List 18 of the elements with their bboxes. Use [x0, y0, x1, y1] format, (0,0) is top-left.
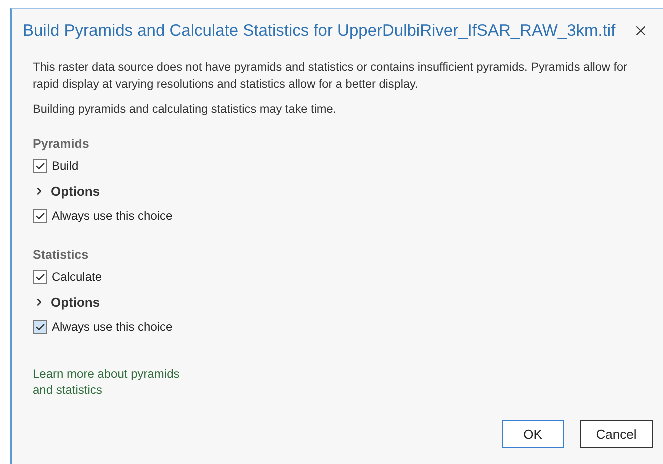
description-text: Building pyramids and calculating statistics may take time. [33, 101, 338, 118]
options-expander[interactable]: Options [33, 288, 100, 316]
checkbox[interactable]: Build [33, 155, 79, 177]
window-title: Build Pyramids and Calculate Statistics for UpperDulbiRiver_IfSAR_RAW_3km.tif [23, 22, 616, 40]
check-icon [34, 210, 46, 222]
checkbox[interactable]: Calculate [33, 266, 102, 288]
cancel-button[interactable]: Cancel [580, 420, 653, 448]
checkbox[interactable]: Always use this choice [33, 205, 173, 227]
check-icon [34, 272, 46, 282]
learn-more-link[interactable]: Learn more about pyramids and statistics [33, 366, 203, 398]
section-title: Pyramids [33, 137, 90, 153]
checkbox[interactable]: Always use this choice [33, 316, 173, 338]
section-title: Statistics [33, 248, 90, 264]
options-expander[interactable]: Options [33, 177, 100, 205]
check-icon [34, 160, 46, 172]
description-text: This raster data source does not have pyramids and statistics or contains insufficient pyramids. Pyramids allow for rapid display at varying resolutions and statistics allow for a better display. [33, 59, 628, 93]
ok-button[interactable]: OK [502, 420, 564, 448]
check-icon [34, 322, 46, 332]
